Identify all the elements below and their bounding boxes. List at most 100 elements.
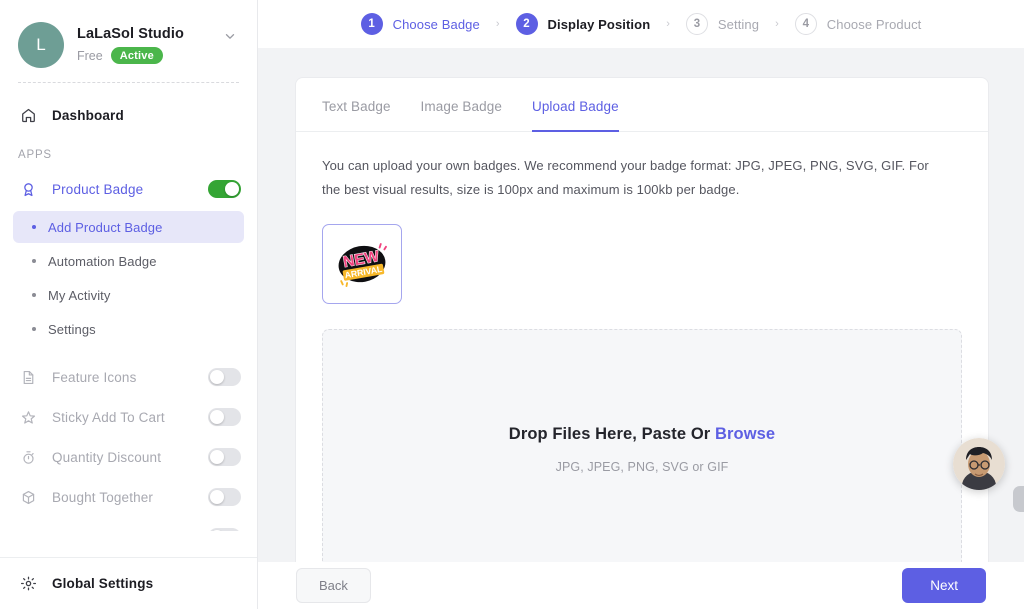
sidebar-item-product-badge[interactable]: Product Badge	[0, 169, 257, 209]
drawer-handle[interactable]	[1013, 486, 1024, 512]
toggle-partial[interactable]	[208, 528, 241, 531]
next-button[interactable]: Next	[902, 568, 986, 603]
step-label: Setting	[717, 16, 760, 32]
toggle-bought-together[interactable]	[208, 488, 241, 506]
step-number: 4	[794, 13, 817, 35]
store-switcher[interactable]: L LaLaSol Studio Free Active	[0, 0, 257, 72]
toggle-knob	[210, 410, 224, 424]
status-badge: Active	[110, 47, 163, 64]
pin-icon	[18, 407, 38, 427]
sidebar-item-settings[interactable]: Settings	[13, 313, 244, 345]
timer-icon	[18, 447, 38, 467]
box-icon	[18, 487, 38, 507]
sidebar-item-label: Feature Icons	[52, 369, 137, 385]
badge-thumbnail-new-arrival[interactable]: NEW ARRIVAL	[322, 224, 402, 305]
file-dropzone[interactable]: Drop Files Here, Paste Or Browse JPG, JP…	[322, 329, 962, 562]
store-avatar: L	[18, 22, 64, 68]
dropzone-formats-text: JPG, JPEG, PNG, SVG or GIF	[555, 459, 729, 474]
main-area: 1 Choose Badge › 2 Display Position › 3 …	[258, 0, 1024, 609]
toggle-knob	[210, 490, 224, 504]
tab-upload-badge[interactable]: Upload Badge	[531, 79, 619, 132]
sidebar-section-apps: APPS	[18, 149, 52, 161]
step-separator-icon: ›	[775, 18, 779, 30]
partial-icon	[18, 527, 38, 531]
sidebar-item-quantity-discount[interactable]: Quantity Discount	[0, 437, 257, 477]
store-status-row: Free Active	[77, 47, 223, 64]
wizard-header: 1 Choose Badge › 2 Display Position › 3 …	[258, 0, 1024, 48]
toggle-knob	[210, 450, 224, 464]
sidebar-item-feature-icons[interactable]: Feature Icons	[0, 357, 257, 397]
store-meta: LaLaSol Studio Free Active	[77, 26, 223, 64]
bullet-icon	[32, 293, 36, 297]
sidebar-item-my-activity[interactable]: My Activity	[13, 279, 244, 311]
sidebar-item-global-settings[interactable]: Global Settings	[0, 557, 257, 609]
step-label: Choose Product	[826, 16, 922, 32]
store-avatar-initial: L	[36, 35, 46, 54]
sidebar-subitem-label: Automation Badge	[48, 253, 157, 269]
step-label: Choose Badge	[392, 16, 480, 32]
step-choose-product[interactable]: 4 Choose Product	[794, 13, 922, 35]
sidebar-item-label: Product Badge	[52, 181, 144, 197]
sidebar-item-partial[interactable]	[0, 517, 257, 531]
toggle-knob	[225, 182, 239, 196]
sidebar-item-dashboard[interactable]: Dashboard	[0, 95, 257, 135]
badge-card: Text Badge Image Badge Upload Badge You …	[296, 78, 988, 562]
browse-link[interactable]: Browse	[715, 425, 775, 443]
gear-icon	[18, 574, 38, 594]
sidebar-item-label: Sticky Add To Cart	[52, 409, 165, 425]
toggle-feature-icons[interactable]	[208, 368, 241, 386]
sidebar-item-add-product-badge[interactable]: Add Product Badge	[13, 211, 244, 243]
sidebar-item-sticky-add-to-cart[interactable]: Sticky Add To Cart	[0, 397, 257, 437]
upload-help-text: You can upload your own badges. We recom…	[322, 158, 929, 198]
sidebar-nav: Dashboard APPS Product Badge Add Product…	[0, 83, 257, 531]
store-plan-label: Free	[77, 48, 103, 63]
tab-image-badge[interactable]: Image Badge	[421, 79, 502, 132]
sidebar-item-label: Global Settings	[52, 576, 154, 591]
sidebar-item-automation-badge[interactable]: Automation Badge	[13, 245, 244, 277]
store-name: LaLaSol Studio	[77, 26, 184, 42]
app-root: L LaLaSol Studio Free Active Dashboard A…	[0, 0, 1024, 609]
bullet-icon	[32, 327, 36, 331]
step-number: 3	[685, 13, 708, 35]
step-setting[interactable]: 3 Setting	[685, 13, 760, 35]
wizard-footer: Back Next	[258, 562, 1024, 609]
sidebar-item-label: Quantity Discount	[52, 449, 162, 465]
back-button[interactable]: Back	[296, 568, 371, 603]
home-icon	[18, 105, 38, 125]
stepper: 1 Choose Badge › 2 Display Position › 3 …	[360, 13, 922, 35]
step-number: 2	[515, 13, 538, 35]
step-choose-badge[interactable]: 1 Choose Badge	[360, 13, 480, 35]
sidebar-subitem-label: My Activity	[48, 287, 111, 303]
document-icon	[18, 367, 38, 387]
new-arrival-badge-art: NEW ARRIVAL	[338, 243, 387, 288]
step-separator-icon: ›	[495, 18, 500, 30]
step-separator-icon: ›	[666, 18, 670, 30]
avatar-image	[953, 438, 1005, 490]
dropzone-prefix: Drop Files Here, Paste Or	[508, 424, 715, 443]
tab-text-badge[interactable]: Text Badge	[322, 79, 391, 132]
sidebar-subitem-label: Settings	[48, 321, 96, 337]
step-label: Display Position	[547, 16, 651, 32]
sidebar-subitem-label: Add Product Badge	[48, 219, 163, 235]
badge-type-tabs: Text Badge Image Badge Upload Badge	[296, 78, 988, 132]
toggle-knob	[210, 370, 224, 384]
uploaded-badges-strip: NEW ARRIVAL	[296, 202, 988, 305]
sidebar-item-label: Dashboard	[52, 107, 124, 123]
sidebar-item-bought-together[interactable]: Bought Together	[0, 477, 257, 517]
sidebar-item-label	[52, 530, 56, 532]
chevron-down-icon[interactable]	[223, 29, 241, 62]
toggle-quantity-discount[interactable]	[208, 448, 241, 466]
step-number: 1	[360, 13, 383, 35]
bullet-icon	[32, 225, 36, 229]
badge-icon	[18, 179, 38, 199]
sidebar: L LaLaSol Studio Free Active Dashboard A…	[0, 0, 258, 609]
support-agent-avatar[interactable]	[953, 438, 1005, 490]
toggle-knob	[210, 530, 224, 531]
content-scroll-area: Text Badge Image Badge Upload Badge You …	[258, 48, 1024, 562]
step-display-position[interactable]: 2 Display Position	[515, 13, 651, 35]
bullet-icon	[32, 259, 36, 263]
toggle-product-badge[interactable]	[208, 180, 241, 198]
dropzone-main-text: Drop Files Here, Paste Or Browse	[509, 425, 775, 444]
sidebar-item-label: Bought Together	[52, 489, 154, 505]
toggle-sticky-add-to-cart[interactable]	[208, 408, 241, 426]
